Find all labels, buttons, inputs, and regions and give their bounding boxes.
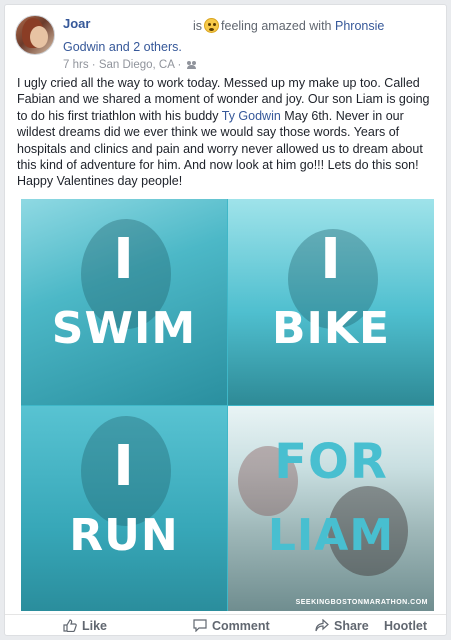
friends-icon[interactable] [187,61,197,69]
like-label: Like [82,619,108,633]
for-word: FOR [274,434,388,490]
photo-for-liam: FOR LIAM SEEKINGBOSTONMARATHON.COM [228,406,434,611]
author-avatar[interactable] [15,15,55,55]
like-button[interactable]: Like [63,619,107,633]
run-word: RUN [69,510,179,561]
tagged-others-link[interactable]: and 2 others. [109,40,182,54]
bike-word: BIKE [271,303,391,354]
post-card: Joar is feeling amazed with Phronsie Godw… [4,4,447,636]
tagged-name-link[interactable]: Godwin [63,40,105,54]
swim-word: SWIM [51,303,197,354]
liam-word: LIAM [267,510,395,561]
feeling-with-link[interactable]: Phronsie [335,19,384,33]
share-button[interactable]: Share [315,619,369,633]
author-name[interactable]: Joar [63,16,90,31]
post-text: I ugly cried all the way to work today. … [17,75,442,190]
run-word-i: I [113,434,135,499]
bike-word-i: I [320,227,342,292]
amazed-emoji-icon [204,18,220,33]
actions-divider [5,614,446,615]
share-label: Share [334,619,369,633]
post-actions: Like Comment Share Hootlet [5,617,446,637]
photo-swim: I SWIM [21,199,227,405]
feeling-prefix: is [193,19,203,33]
post-time[interactable]: 7 hrs [63,59,89,71]
comment-label: Comment [212,619,270,633]
comment-button[interactable]: Comment [193,619,270,633]
feeling-line: is feeling amazed with Phronsie [193,18,384,33]
hootlet-label: Hootlet [384,619,428,633]
share-icon [315,619,329,632]
swim-word-i: I [113,227,135,292]
mention-link[interactable]: Ty Godwin [222,109,281,123]
hootlet-button[interactable]: Hootlet [384,619,427,633]
post-photo[interactable]: I SWIM I BIKE I RUN FOR LIAM SEEKINGBOST… [21,199,434,611]
post-location[interactable]: San Diego, CA [99,59,174,71]
photo-watermark: SEEKINGBOSTONMARATHON.COM [295,599,428,606]
tagged-people: Godwin and 2 others. [63,40,182,54]
comment-icon [193,619,207,632]
feeling-text: feeling amazed with [221,19,332,33]
thumbs-up-icon [63,619,77,632]
post-meta: 7 hrs · San Diego, CA · [63,59,197,71]
photo-run: I RUN [21,406,227,611]
avatar-face [30,26,48,48]
photo-bike: I BIKE [228,199,434,405]
